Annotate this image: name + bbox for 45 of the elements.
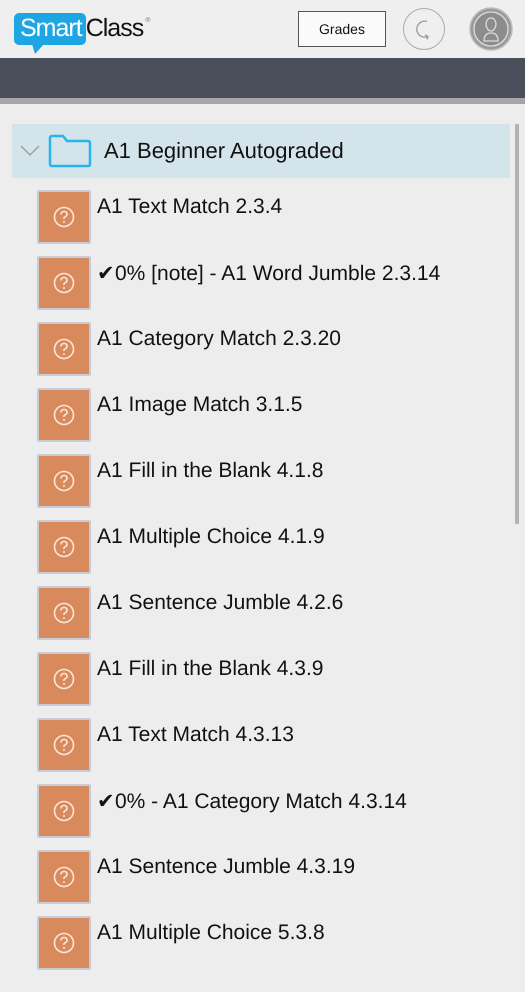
logo-text: Class bbox=[86, 13, 144, 43]
quiz-title[interactable]: A1 Text Match 4.3.13 bbox=[97, 723, 294, 747]
quiz-tile[interactable] bbox=[37, 916, 91, 970]
question-icon bbox=[53, 800, 75, 822]
question-icon bbox=[53, 932, 75, 954]
quiz-tile[interactable] bbox=[37, 586, 91, 640]
quiz-tile[interactable] bbox=[37, 256, 91, 310]
question-icon bbox=[53, 338, 75, 360]
quiz-tile[interactable] bbox=[37, 718, 91, 772]
question-icon bbox=[53, 536, 75, 558]
quiz-tile[interactable] bbox=[37, 652, 91, 706]
question-icon bbox=[53, 602, 75, 624]
quiz-title[interactable]: A1 Fill in the Blank 4.3.9 bbox=[97, 657, 324, 681]
quiz-title[interactable]: A1 Category Match 2.3.20 bbox=[97, 327, 341, 351]
quiz-title[interactable]: ✔0% - A1 Category Match 4.3.14 bbox=[97, 789, 407, 814]
quiz-tile[interactable] bbox=[37, 520, 91, 574]
quiz-title[interactable]: A1 Text Match 2.3.4 bbox=[97, 195, 282, 219]
question-icon bbox=[53, 404, 75, 426]
quiz-tile[interactable] bbox=[37, 322, 91, 376]
quiz-title[interactable]: A1 Multiple Choice 5.3.8 bbox=[97, 921, 325, 945]
quiz-title[interactable]: ✔0% [note] - A1 Word Jumble 2.3.14 bbox=[97, 261, 440, 286]
avatar-icon[interactable] bbox=[469, 7, 513, 51]
question-icon bbox=[53, 668, 75, 690]
quiz-title[interactable]: A1 Sentence Jumble 4.2.6 bbox=[97, 591, 344, 615]
quiz-tile[interactable] bbox=[37, 784, 91, 838]
quiz-tile[interactable] bbox=[37, 190, 91, 244]
folder-label: A1 Beginner Autograded bbox=[104, 138, 344, 164]
folder-row[interactable]: A1 Beginner Autograded bbox=[12, 124, 510, 178]
question-icon bbox=[53, 470, 75, 492]
question-icon bbox=[53, 866, 75, 888]
folder-icon bbox=[48, 134, 92, 168]
question-icon bbox=[53, 206, 75, 228]
quiz-tile[interactable] bbox=[37, 850, 91, 904]
refresh-button[interactable] bbox=[403, 8, 445, 50]
grades-button[interactable]: Grades bbox=[298, 11, 386, 47]
bubble-tail-icon bbox=[32, 44, 44, 54]
quiz-tile[interactable] bbox=[37, 454, 91, 508]
quiz-title[interactable]: A1 Fill in the Blank 4.1.8 bbox=[97, 459, 324, 483]
quiz-title[interactable]: A1 Sentence Jumble 4.3.19 bbox=[97, 855, 356, 879]
question-icon bbox=[53, 734, 75, 756]
quiz-title[interactable]: A1 Image Match 3.1.5 bbox=[97, 393, 302, 417]
question-icon bbox=[53, 272, 75, 294]
quiz-tile[interactable] bbox=[37, 388, 91, 442]
quiz-title[interactable]: A1 Multiple Choice 4.1.9 bbox=[97, 525, 325, 549]
logo-text: Smart bbox=[14, 13, 86, 45]
